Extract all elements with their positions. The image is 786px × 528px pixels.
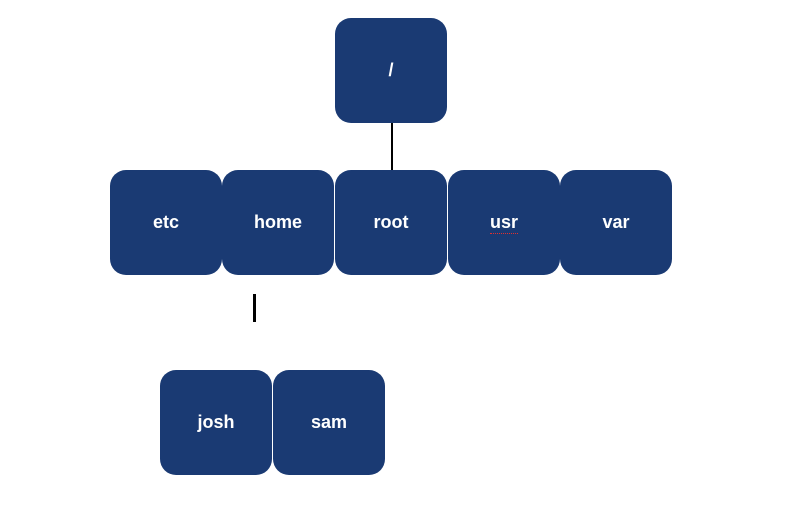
node-var-label: var bbox=[602, 212, 629, 233]
node-josh-label: josh bbox=[197, 412, 234, 433]
node-root-label: / bbox=[388, 60, 393, 81]
node-home-label: home bbox=[254, 212, 302, 233]
connector-home-level2 bbox=[253, 294, 256, 322]
connector-root-level1 bbox=[391, 123, 393, 170]
node-sam: sam bbox=[273, 370, 385, 475]
node-etc: etc bbox=[110, 170, 222, 275]
node-root-dir-label: root bbox=[374, 212, 409, 233]
node-usr-label: usr bbox=[490, 212, 518, 233]
node-root-dir: root bbox=[335, 170, 447, 275]
node-etc-label: etc bbox=[153, 212, 179, 233]
node-var: var bbox=[560, 170, 672, 275]
node-home: home bbox=[222, 170, 334, 275]
node-sam-label: sam bbox=[311, 412, 347, 433]
node-usr: usr bbox=[448, 170, 560, 275]
node-josh: josh bbox=[160, 370, 272, 475]
node-root: / bbox=[335, 18, 447, 123]
